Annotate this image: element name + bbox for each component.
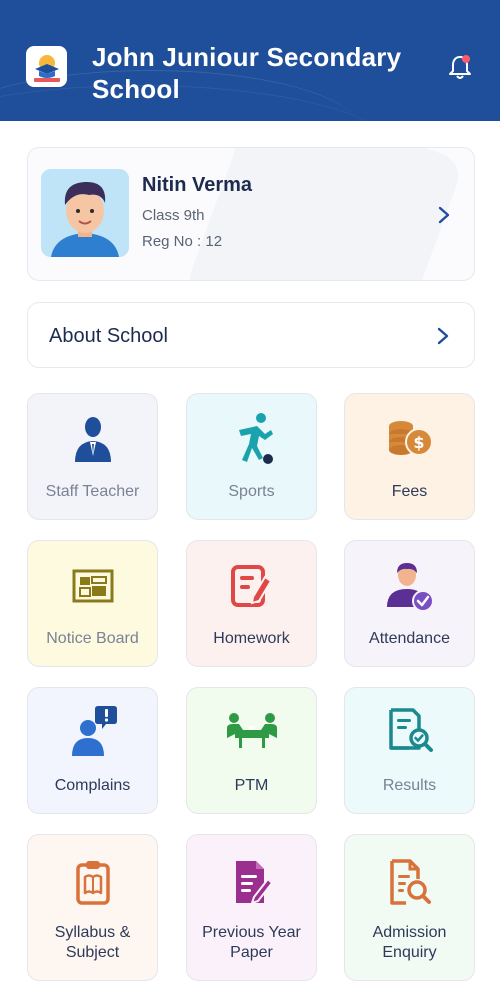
tile-label: Admission Enquiry <box>372 924 447 961</box>
homework-edit-icon <box>230 565 272 607</box>
syllabus-clipboard-icon <box>75 861 110 905</box>
teacher-icon <box>74 417 111 462</box>
tile-admission-enquiry[interactable]: Admission Enquiry <box>344 834 475 981</box>
about-school-button[interactable]: About School <box>27 302 475 368</box>
results-report-icon <box>388 708 433 752</box>
notice-board-icon <box>72 569 113 603</box>
tile-label: Fees <box>391 483 428 500</box>
student-name: Nitin Verma <box>142 174 253 196</box>
chevron-right-icon <box>437 327 449 345</box>
school-logo-icon <box>33 54 60 82</box>
tile-results[interactable]: Results <box>344 687 475 814</box>
enquiry-search-document-icon <box>389 859 431 905</box>
football-player-icon <box>238 413 273 464</box>
tile-label: Syllabus & Subject <box>54 924 131 961</box>
tile-label: Results <box>382 777 437 794</box>
tile-label: Notice Board <box>46 630 139 647</box>
svg-text:$: $ <box>413 433 424 452</box>
card-decoration <box>183 148 465 280</box>
tile-staff-teacher[interactable]: Staff Teacher <box>27 393 158 520</box>
bell-icon <box>449 55 471 79</box>
school-logo[interactable] <box>26 46 67 87</box>
tile-label: Sports <box>228 483 275 500</box>
notification-button[interactable] <box>447 53 473 81</box>
tile-notice-board[interactable]: Notice Board <box>27 540 158 667</box>
about-school-label: About School <box>49 325 168 347</box>
app-header: John Juniour Secondary School <box>0 0 500 121</box>
meeting-table-icon <box>226 713 277 748</box>
tile-complains[interactable]: Complains <box>27 687 158 814</box>
school-name: John Juniour Secondary School <box>92 42 402 104</box>
tile-label: Homework <box>213 630 290 647</box>
attendance-user-check-icon <box>386 563 434 612</box>
coins-icon: $ <box>388 421 433 456</box>
tile-attendance[interactable]: Attendance <box>344 540 475 667</box>
student-profile-card[interactable]: Nitin Verma Class 9th Reg No : 12 <box>27 147 475 281</box>
tile-label: Attendance <box>369 630 450 647</box>
tile-label: Complains <box>54 777 131 794</box>
tile-syllabus-subject[interactable]: Syllabus & Subject <box>27 834 158 981</box>
student-class: Class 9th <box>142 207 205 224</box>
student-avatar <box>41 169 129 257</box>
tile-previous-year-paper[interactable]: Previous Year Paper <box>186 834 317 981</box>
tile-homework[interactable]: Homework <box>186 540 317 667</box>
avatar-icon <box>41 169 129 257</box>
tile-label: Staff Teacher <box>45 483 140 500</box>
paper-document-icon <box>235 861 272 905</box>
student-reg-no: Reg No : 12 <box>142 233 223 250</box>
tile-label: PTM <box>234 777 269 794</box>
complain-user-alert-icon <box>71 706 117 756</box>
tile-sports[interactable]: Sports <box>186 393 317 520</box>
tile-label: Previous Year Paper <box>202 924 301 961</box>
tile-ptm[interactable]: PTM <box>186 687 317 814</box>
chevron-right-icon <box>438 206 450 224</box>
tile-fees[interactable]: $ Fees <box>344 393 475 520</box>
